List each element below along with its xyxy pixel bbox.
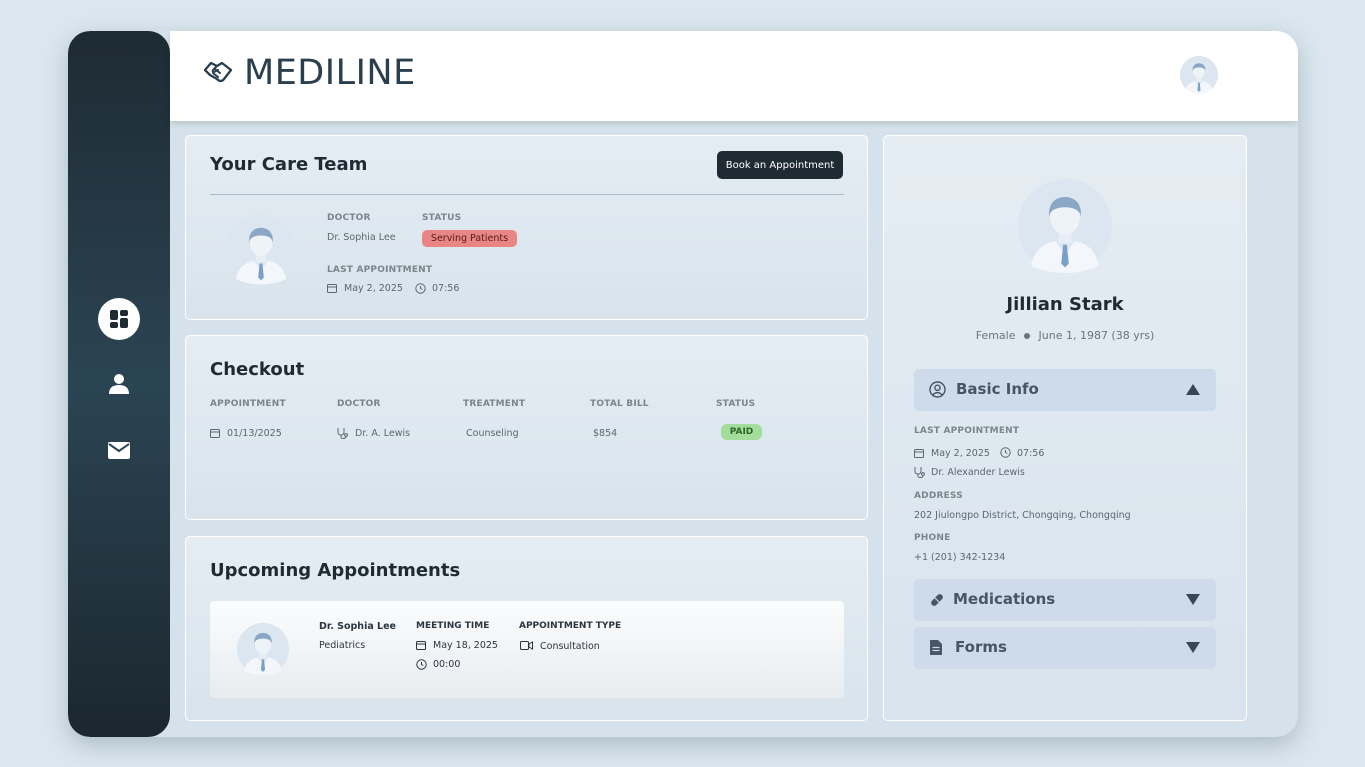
- nav-dashboard-button[interactable]: [98, 298, 140, 340]
- dashboard-icon: [110, 310, 128, 328]
- user-avatar[interactable]: [1180, 56, 1218, 94]
- upcoming-appointments-card: Upcoming Appointments Dr. Sophia Lee Ped…: [185, 536, 868, 721]
- upcoming-title: Upcoming Appointments: [210, 560, 461, 581]
- care-team-title: Your Care Team: [210, 154, 368, 175]
- appointment-doctor: Dr. Sophia Lee: [319, 621, 396, 632]
- doctor-name: Dr. Sophia Lee: [327, 232, 396, 243]
- clock-icon: [416, 659, 427, 670]
- last-appointment-time: 07:56: [432, 283, 460, 294]
- basic-info-label: Basic Info: [956, 380, 1039, 398]
- sidebar: [68, 31, 170, 737]
- mail-icon: [108, 441, 130, 459]
- basic-info-accordion[interactable]: Basic Info: [914, 369, 1216, 411]
- user-circle-icon: [929, 381, 946, 398]
- address-label: ADDRESS: [914, 491, 963, 501]
- medications-label: Medications: [953, 590, 1056, 608]
- logo: MEDILINE: [202, 53, 416, 93]
- clock-icon: [1000, 447, 1011, 458]
- cell-doctor: Dr. A. Lewis: [355, 428, 411, 439]
- last-appointment-label: LAST APPOINTMENT: [914, 426, 1020, 436]
- column-status: STATUS: [716, 399, 756, 409]
- doctor-label: DOCTOR: [327, 213, 371, 223]
- care-team-card: Your Care Team Book an Appointment DOCTO…: [185, 135, 868, 320]
- appointment-time: 00:00: [433, 659, 461, 670]
- patient-gender: Female: [975, 329, 1016, 342]
- phone-label: PHONE: [914, 533, 951, 543]
- medications-accordion[interactable]: Medications: [914, 579, 1216, 621]
- patient-dob: June 1, 1987 (38 yrs): [1038, 329, 1155, 342]
- appointment-type: Consultation: [540, 641, 600, 652]
- patient-profile-card: Jillian Stark Female June 1, 1987 (38 yr…: [883, 135, 1247, 721]
- last-appointment-time: 07:56: [1017, 448, 1045, 459]
- patient-avatar: [1018, 178, 1112, 274]
- address-value: 202 Jiulongpo District, Chongqing, Chong…: [914, 510, 1131, 521]
- dot-separator: [1024, 333, 1030, 339]
- doctor-avatar: [237, 621, 289, 677]
- stethoscope-icon: [337, 428, 348, 439]
- column-treatment: TREATMENT: [463, 399, 526, 409]
- user-icon: [109, 374, 129, 394]
- header: MEDILINE: [170, 31, 1298, 121]
- last-appointment-date: May 2, 2025: [344, 283, 403, 294]
- nav-messages-button[interactable]: [98, 429, 140, 471]
- appointment-item[interactable]: Dr. Sophia Lee Pediatrics MEETING TIME M…: [210, 601, 844, 698]
- paid-badge: PAID: [721, 424, 762, 440]
- forms-label: Forms: [955, 638, 1007, 656]
- calendar-icon: [416, 641, 426, 650]
- app-title: MEDILINE: [244, 53, 416, 93]
- column-doctor: DOCTOR: [337, 399, 381, 409]
- doctor-avatar: [226, 212, 296, 287]
- book-appointment-button[interactable]: Book an Appointment: [717, 151, 843, 179]
- checkout-card: Checkout APPOINTMENT DOCTOR TREATMENT TO…: [185, 335, 868, 520]
- stethoscope-icon: [914, 467, 925, 478]
- cell-appointment: 01/13/2025: [227, 428, 282, 439]
- last-appointment-label: LAST APPOINTMENT: [327, 265, 433, 275]
- cell-treatment: Counseling: [466, 428, 519, 439]
- appointment-type-label: APPOINTMENT TYPE: [519, 621, 622, 631]
- column-total-bill: TOTAL BILL: [590, 399, 649, 409]
- patient-demographics: Female June 1, 1987 (38 yrs): [884, 329, 1246, 342]
- forms-accordion[interactable]: Forms: [914, 627, 1216, 669]
- phone-value: +1 (201) 342-1234: [914, 552, 1006, 563]
- app-window: MEDILINE Your Care Team Book an Appointm…: [68, 31, 1298, 737]
- clock-icon: [415, 283, 426, 294]
- checkout-title: Checkout: [210, 359, 305, 380]
- chevron-down-icon: [1186, 594, 1200, 605]
- divider: [210, 194, 844, 195]
- last-appointment-doctor: Dr. Alexander Lewis: [931, 467, 1025, 478]
- handshake-icon: [203, 61, 233, 83]
- chevron-down-icon: [1186, 642, 1200, 653]
- calendar-icon: [914, 449, 924, 458]
- cell-total-bill: $854: [593, 428, 618, 439]
- appointment-specialty: Pediatrics: [319, 640, 366, 651]
- appointment-date: May 18, 2025: [433, 640, 498, 651]
- patient-name: Jillian Stark: [1006, 294, 1124, 315]
- calendar-icon: [210, 429, 220, 438]
- pill-icon: [931, 594, 943, 606]
- column-appointment: APPOINTMENT: [210, 399, 286, 409]
- status-label: STATUS: [422, 213, 462, 223]
- calendar-icon: [327, 284, 337, 293]
- document-icon: [930, 640, 942, 655]
- meeting-time-label: MEETING TIME: [416, 621, 490, 631]
- last-appointment-date: May 2, 2025: [931, 448, 990, 459]
- table-row[interactable]: 01/13/2025 Dr. A. Lewis Counseling $854 …: [186, 420, 869, 444]
- video-icon: [520, 641, 533, 650]
- status-badge: Serving Patients: [422, 230, 517, 247]
- chevron-up-icon: [1186, 384, 1200, 395]
- nav-profile-button[interactable]: [98, 363, 140, 405]
